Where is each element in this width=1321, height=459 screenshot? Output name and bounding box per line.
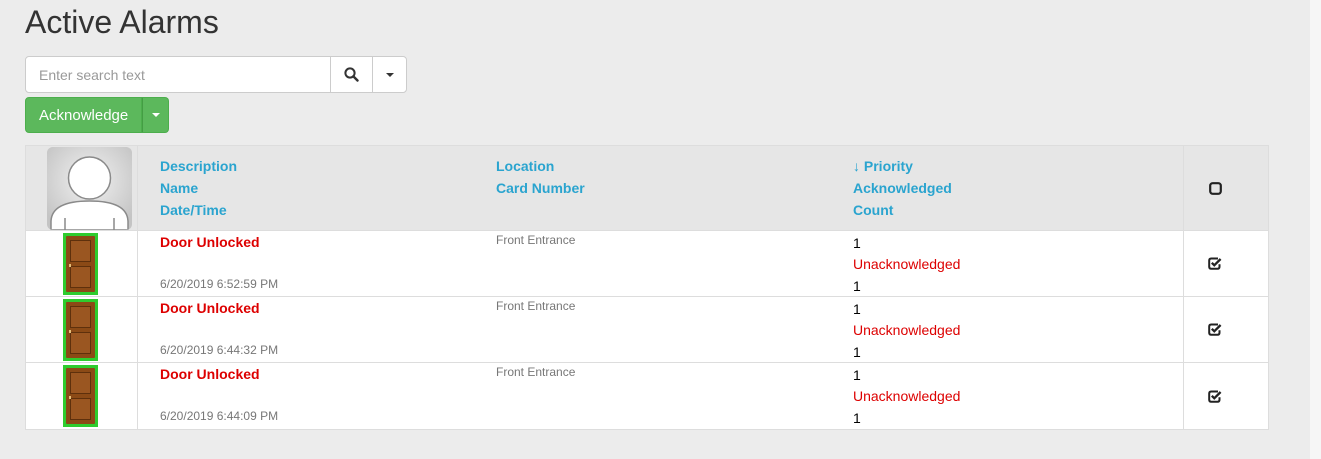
sort-priority[interactable]: ↓ Priority bbox=[853, 155, 952, 177]
row-location-cell: Front Entrance bbox=[496, 231, 853, 296]
alarm-datetime: 6/20/2019 6:44:32 PM bbox=[160, 343, 279, 357]
caret-down-icon bbox=[151, 113, 160, 117]
table-row[interactable]: Door Unlocked 6/20/2019 6:44:09 PM Front… bbox=[26, 363, 1268, 429]
table-row[interactable]: Door Unlocked 6/20/2019 6:52:59 PM Front… bbox=[26, 231, 1268, 297]
row-image-cell bbox=[26, 297, 138, 362]
sort-datetime[interactable]: Date/Time bbox=[160, 199, 237, 221]
row-image-cell bbox=[26, 231, 138, 296]
header-col-description: Description Name Date/Time bbox=[138, 146, 496, 230]
search-icon bbox=[344, 67, 359, 82]
acknowledge-group: Acknowledge bbox=[25, 97, 170, 133]
row-description-cell: Door Unlocked 6/20/2019 6:44:09 PM bbox=[138, 363, 496, 429]
sort-location[interactable]: Location bbox=[496, 155, 585, 177]
row-priority-cell: 1 Unacknowledged 1 bbox=[853, 231, 1184, 296]
alarm-count: 1 bbox=[853, 278, 861, 294]
alarm-ack-status: Unacknowledged bbox=[853, 388, 961, 404]
alarm-datetime: 6/20/2019 6:44:09 PM bbox=[160, 409, 279, 423]
header-col-location: Location Card Number bbox=[496, 146, 853, 230]
alarm-datetime: 6/20/2019 6:52:59 PM bbox=[160, 277, 279, 291]
acknowledge-row-button[interactable] bbox=[1184, 297, 1246, 362]
table-row[interactable]: Door Unlocked 6/20/2019 6:44:32 PM Front… bbox=[26, 297, 1268, 363]
row-priority-cell: 1 Unacknowledged 1 bbox=[853, 363, 1184, 429]
acknowledge-button[interactable]: Acknowledge bbox=[25, 97, 143, 133]
search-input[interactable] bbox=[26, 57, 330, 92]
table-header: Description Name Date/Time Location Card… bbox=[26, 146, 1268, 231]
row-image-cell bbox=[26, 363, 138, 429]
check-square-icon bbox=[1208, 323, 1222, 336]
sort-description[interactable]: Description bbox=[160, 155, 237, 177]
alarms-table: Description Name Date/Time Location Card… bbox=[25, 145, 1269, 430]
alarm-priority: 1 bbox=[853, 301, 861, 317]
search-button[interactable] bbox=[330, 57, 372, 92]
sort-desc-icon: ↓ bbox=[853, 158, 860, 174]
alarm-description: Door Unlocked bbox=[160, 366, 260, 382]
page-title: Active Alarms bbox=[25, 4, 219, 40]
alarm-count: 1 bbox=[853, 344, 861, 360]
acknowledge-row-button[interactable] bbox=[1184, 363, 1246, 429]
row-priority-cell: 1 Unacknowledged 1 bbox=[853, 297, 1184, 362]
header-image-cell bbox=[26, 146, 138, 230]
search-options-dropdown[interactable] bbox=[372, 57, 406, 92]
alarm-description: Door Unlocked bbox=[160, 300, 260, 316]
door-icon bbox=[63, 299, 98, 361]
header-col-priority: ↓ Priority Acknowledged Count bbox=[853, 146, 1184, 230]
row-location-cell: Front Entrance bbox=[496, 363, 853, 429]
select-all-checkbox[interactable] bbox=[1184, 146, 1246, 230]
check-square-icon bbox=[1208, 390, 1222, 403]
checkbox-empty-icon bbox=[1208, 181, 1222, 195]
sort-name[interactable]: Name bbox=[160, 177, 237, 199]
alarm-location: Front Entrance bbox=[496, 365, 576, 379]
alarm-priority: 1 bbox=[853, 235, 861, 251]
alarm-location: Front Entrance bbox=[496, 233, 576, 247]
alarm-ack-status: Unacknowledged bbox=[853, 322, 961, 338]
page-edge bbox=[1310, 0, 1321, 459]
sort-card-number[interactable]: Card Number bbox=[496, 177, 585, 199]
alarm-description: Door Unlocked bbox=[160, 234, 260, 250]
row-location-cell: Front Entrance bbox=[496, 297, 853, 362]
caret-down-icon bbox=[385, 72, 394, 77]
check-square-icon bbox=[1208, 257, 1222, 270]
sort-priority-label: Priority bbox=[863, 158, 913, 174]
row-description-cell: Door Unlocked 6/20/2019 6:52:59 PM bbox=[138, 231, 496, 296]
acknowledge-dropdown[interactable] bbox=[142, 97, 170, 133]
door-icon bbox=[63, 365, 98, 427]
search-group bbox=[25, 56, 407, 93]
sort-acknowledged[interactable]: Acknowledged bbox=[853, 177, 952, 199]
alarm-location: Front Entrance bbox=[496, 299, 576, 313]
row-description-cell: Door Unlocked 6/20/2019 6:44:32 PM bbox=[138, 297, 496, 362]
alarm-priority: 1 bbox=[853, 367, 861, 383]
door-icon bbox=[63, 233, 98, 295]
alarm-count: 1 bbox=[853, 410, 861, 426]
sort-count[interactable]: Count bbox=[853, 199, 952, 221]
acknowledge-row-button[interactable] bbox=[1184, 231, 1246, 296]
avatar-placeholder-icon bbox=[47, 147, 132, 230]
alarm-ack-status: Unacknowledged bbox=[853, 256, 961, 272]
